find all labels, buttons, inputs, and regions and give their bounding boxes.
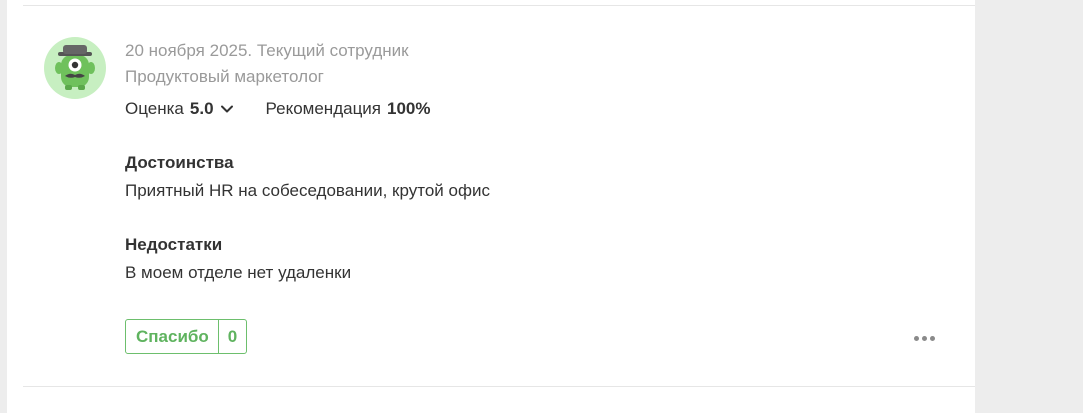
review-date-status: 20 ноября 2025. Текущий сотрудник <box>125 41 409 60</box>
thanks-count: 0 <box>227 326 238 346</box>
thanks-label[interactable]: Спасибо <box>126 320 219 353</box>
pros-title: Достоинства <box>125 153 234 172</box>
right-gutter <box>975 0 1083 413</box>
cons-title: Недостатки <box>125 235 223 254</box>
recommend-value: 100% <box>387 99 431 118</box>
card-bottom-divider <box>23 386 975 387</box>
left-gutter <box>0 0 7 413</box>
pros-text: Приятный HR на собеседовании, крутой офи… <box>125 181 490 200</box>
card-top-divider <box>23 5 975 6</box>
recommend-label: Рекомендация <box>265 99 382 118</box>
chevron-down-icon[interactable] <box>220 102 234 116</box>
monster-avatar-icon <box>44 37 106 99</box>
more-dots-icon[interactable] <box>910 330 938 346</box>
rating-row: Оценка 5.0 Рекомендация 100% <box>125 98 431 120</box>
thanks-button[interactable]: Спасибо 0 <box>125 319 248 354</box>
rating-value[interactable]: 5.0 <box>190 99 214 119</box>
rating-label: Оценка <box>125 99 184 118</box>
avatar <box>44 37 106 99</box>
cons-text: В моем отделе нет удаленки <box>125 263 352 282</box>
review-position: Продуктовый маркетолог <box>125 67 324 86</box>
